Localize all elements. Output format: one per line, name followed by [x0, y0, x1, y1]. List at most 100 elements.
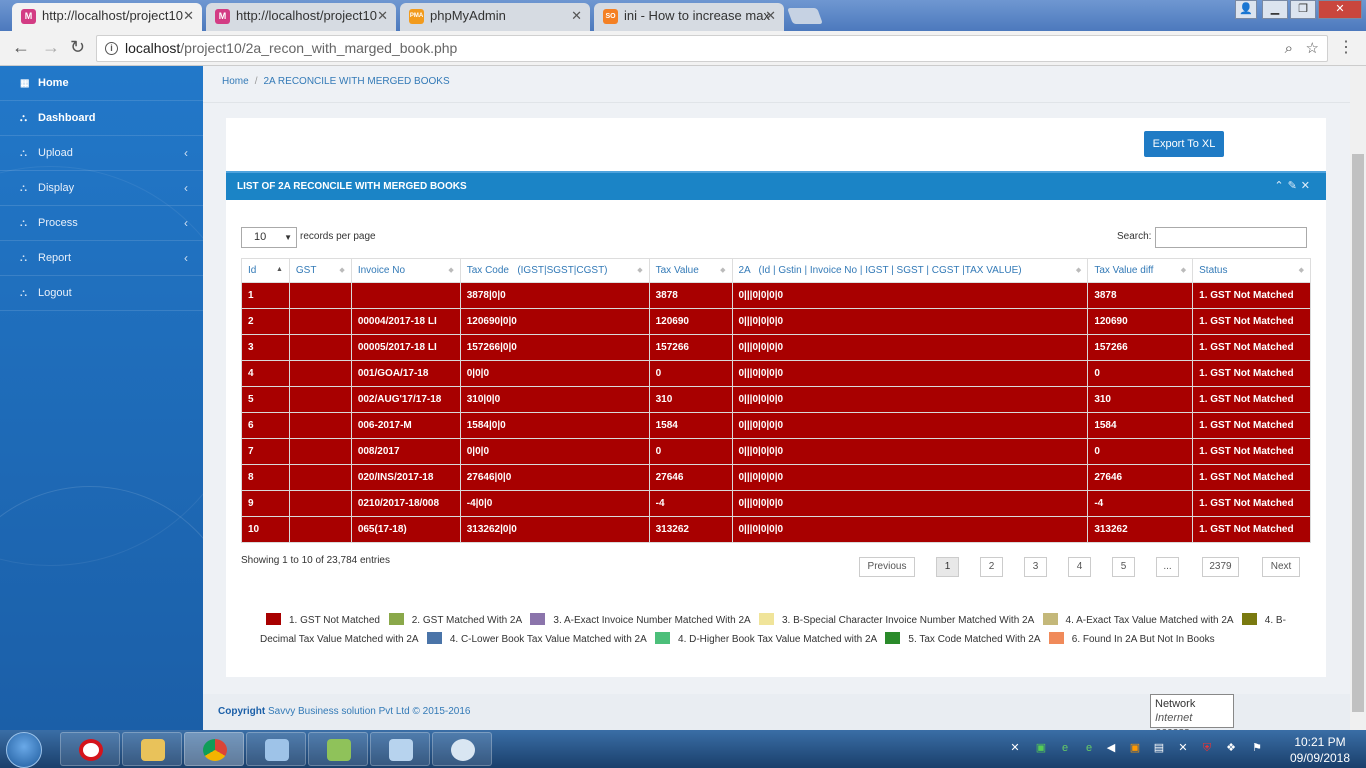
tray-e-icon[interactable]: e — [1058, 741, 1072, 755]
taskbar-explorer[interactable] — [122, 732, 182, 766]
table-row[interactable]: 7 008/2017 0|0|0 0 0|||0|0|0|0 0 1. GST Not Ma… — [241, 438, 1311, 465]
minimize-button[interactable]: ▁ — [1262, 0, 1288, 19]
pagination-previous[interactable]: Previous — [859, 557, 915, 577]
tray-close-icon[interactable]: ✕ — [1008, 741, 1022, 755]
pagination-page-2[interactable]: 2 — [980, 557, 1003, 577]
breadcrumb: Home / 2A RECONCILE WITH MERGED BOOKS — [222, 76, 450, 87]
sitemap-icon: ⛬ — [20, 183, 27, 194]
close-tab-icon[interactable]: ✕ — [377, 3, 388, 29]
sidebar-item-label: Process — [38, 217, 78, 229]
column-header-tax-value[interactable]: Tax Value ◆ — [648, 258, 733, 283]
column-header-gst[interactable]: GST ◆ — [288, 258, 352, 283]
sidebar-item-upload[interactable]: ⛬ Upload ‹ — [0, 136, 203, 171]
sidebar-item-dashboard[interactable]: ⛬ Dashboard — [0, 101, 203, 136]
paint-icon — [451, 739, 475, 761]
legend-swatch — [885, 632, 901, 644]
browser-tab-3[interactable]: PMA phpMyAdmin ✕ — [400, 3, 590, 31]
taskbar-notepadpp[interactable] — [308, 732, 368, 766]
table-cell: 120690 — [1087, 308, 1194, 335]
menu-icon[interactable]: ⋮ — [1338, 37, 1354, 57]
pagination-page-4[interactable]: 4 — [1068, 557, 1091, 577]
sort-icon: ◆ — [1298, 267, 1304, 274]
pagination-page-1[interactable]: 1 — [936, 557, 959, 577]
flag-icon[interactable]: ⚑ — [1250, 741, 1264, 755]
sidebar-item-report[interactable]: ⛬ Report ‹ — [0, 241, 203, 276]
pagination-page-last[interactable]: 2379 — [1202, 557, 1239, 577]
maximize-button[interactable]: ❐ — [1290, 0, 1316, 19]
forward-icon[interactable]: → — [42, 37, 60, 58]
pagination-page-3[interactable]: 3 — [1024, 557, 1047, 577]
info-icon[interactable]: i — [105, 42, 118, 55]
taskbar-paint[interactable] — [432, 732, 492, 766]
table-row[interactable]: 2 00004/2017-18 LI 120690|0|0 120690 0|||0|0… — [241, 308, 1311, 335]
dropbox-icon[interactable]: ❖ — [1224, 741, 1238, 755]
collapse-icon[interactable]: ⌃ — [1274, 180, 1287, 192]
column-header-2a[interactable]: 2A (Id | Gstin | Invoice No | IGST | SGS… — [731, 258, 1089, 283]
taskbar-chrome[interactable] — [184, 732, 244, 766]
breadcrumb-current[interactable]: 2A RECONCILE WITH MERGED BOOKS — [263, 76, 449, 87]
column-header-tax-code[interactable]: Tax Code (IGST|SGST|CGST) ◆ — [459, 258, 650, 283]
table-row[interactable]: 5 002/AUG'17/17-18 310|0|0 310 0|||0|0|0|0 31… — [241, 386, 1311, 413]
tray-xampp-icon[interactable]: ▣ — [1128, 741, 1142, 755]
legend-item: 4. D-Higher Book Tax Value Matched with … — [649, 632, 877, 645]
sidebar-item-home[interactable]: ▦ Home — [0, 66, 203, 101]
table-cell — [288, 360, 352, 387]
volume-icon[interactable]: ◀ — [1104, 741, 1118, 755]
page-scrollbar[interactable] — [1350, 66, 1366, 730]
reload-icon[interactable]: ↻ — [70, 37, 85, 58]
sidebar-item-logout[interactable]: ⛬ Logout — [0, 276, 203, 311]
table-cell: 0 — [1087, 360, 1194, 387]
column-header-status[interactable]: Status ◆ — [1192, 258, 1311, 283]
scrollbar-thumb[interactable] — [1352, 154, 1364, 712]
browser-tab-4[interactable]: SO ini - How to increase max ✕ — [594, 3, 784, 31]
sidebar-item-process[interactable]: ⛬ Process ‹ — [0, 206, 203, 241]
system-clock[interactable]: 10:21 PM 09/09/2018 — [1280, 734, 1360, 766]
shield-icon[interactable]: ⛨ — [1200, 741, 1214, 755]
close-window-button[interactable]: ✕ — [1318, 0, 1362, 19]
table-row[interactable]: 1 3878|0|0 3878 0|||0|0|0|0 3878 1. GST Not M… — [241, 282, 1311, 309]
column-header-label: GST — [295, 265, 317, 276]
column-header-id[interactable]: Id ▲ — [241, 258, 290, 283]
tray-e-icon[interactable]: e — [1082, 741, 1096, 755]
pagination-next[interactable]: Next — [1262, 557, 1300, 577]
start-button[interactable] — [6, 732, 42, 768]
pagination-page-5[interactable]: 5 — [1112, 557, 1135, 577]
table-cell: 1584 — [648, 412, 733, 439]
close-icon[interactable]: ✕ — [1301, 180, 1314, 192]
column-header-invoice-no[interactable]: Invoice No ◆ — [350, 258, 461, 283]
close-tab-icon[interactable]: ✕ — [571, 3, 582, 29]
bookmark-star-icon[interactable]: ☆ — [1306, 36, 1319, 61]
mute-icon[interactable]: ✕ — [1176, 741, 1190, 755]
records-per-page-select[interactable]: 10 ▼ — [241, 227, 297, 248]
tab-title: http://localhost/project10 — [42, 8, 183, 23]
export-to-xl-button[interactable]: Export To XL — [1144, 131, 1224, 157]
close-tab-icon[interactable]: ✕ — [183, 3, 194, 29]
content-panel: Export To XL LIST OF 2A RECONCILE WITH M… — [226, 118, 1326, 677]
column-header-tax-value-diff[interactable]: Tax Value diff ◆ — [1087, 258, 1194, 283]
network-icon[interactable]: ▤ — [1152, 741, 1166, 755]
table-row[interactable]: 9 0210/2017-18/008 -4|0|0 -4 0|||0|0|0|0 -4 1.… — [241, 490, 1311, 517]
tray-app-icon[interactable]: ▣ — [1034, 741, 1048, 755]
zoom-icon[interactable]: ⌕ — [1285, 36, 1293, 61]
wrench-icon[interactable]: ✎ — [1288, 180, 1301, 192]
table-row[interactable]: 6 006-2017-M 1584|0|0 1584 0|||0|0|0|0 1584 1.… — [241, 412, 1311, 439]
taskbar-virtualbox[interactable] — [246, 732, 306, 766]
table-row[interactable]: 3 00005/2017-18 LI 157266|0|0 157266 0|||0|0… — [241, 334, 1311, 361]
browser-tab-2[interactable]: M http://localhost/project10 ✕ — [206, 3, 396, 31]
copyright-owner: Savvy Business solution Pvt Ltd © 2015-2… — [268, 706, 471, 717]
page: ▦ Home ⛬ Dashboard ⛬ Upload ‹ ⛬ Display … — [0, 66, 1350, 730]
browser-tab-1[interactable]: M http://localhost/project10 ✕ — [12, 3, 202, 31]
user-icon[interactable]: 👤 — [1235, 0, 1257, 19]
back-icon[interactable]: ← — [12, 37, 30, 58]
table-row[interactable]: 8 020/INS/2017-18 27646|0|0 27646 0|||0|0|0|… — [241, 464, 1311, 491]
new-tab-button[interactable] — [787, 8, 823, 24]
search-input[interactable] — [1155, 227, 1307, 248]
sidebar-item-display[interactable]: ⛬ Display ‹ — [0, 171, 203, 206]
table-row[interactable]: 10 065(17-18) 313262|0|0 313262 0|||0|0|0|0 3… — [241, 516, 1311, 543]
taskbar-opera[interactable] — [60, 732, 120, 766]
close-tab-icon[interactable]: ✕ — [765, 3, 776, 29]
taskbar-app[interactable] — [370, 732, 430, 766]
table-row[interactable]: 4 001/GOA/17-18 0|0|0 0 0|||0|0|0|0 0 1. GST N… — [241, 360, 1311, 387]
breadcrumb-home-link[interactable]: Home — [222, 76, 249, 87]
url-input[interactable]: i localhost/project10/2a_recon_with_marg… — [96, 35, 1328, 62]
